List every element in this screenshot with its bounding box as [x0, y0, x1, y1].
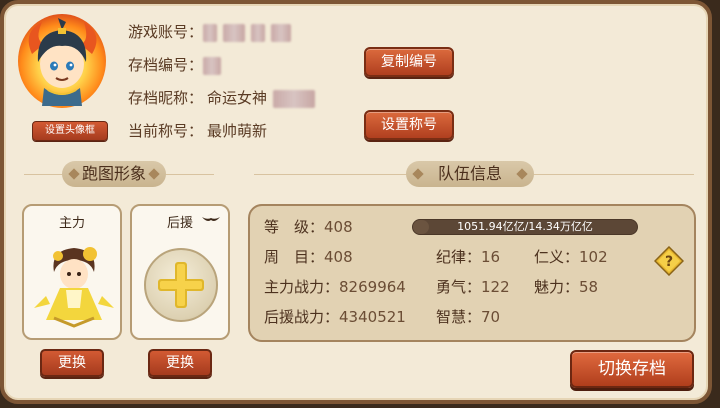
- level-label: 等 级：: [264, 218, 325, 236]
- charm-label: 魅力：: [534, 278, 580, 296]
- swap-main-button[interactable]: 更换: [40, 349, 104, 377]
- player-avatar[interactable]: [18, 14, 106, 108]
- team-info-section-title: 队伍信息: [406, 161, 534, 187]
- level-stat: 等 级：408: [264, 216, 353, 237]
- support-power-value: 4340521: [339, 308, 406, 326]
- wisdom-label: 智慧：: [436, 308, 482, 326]
- save-nickname-value: 命运女神: [207, 89, 268, 107]
- redacted-value: [223, 23, 246, 42]
- redacted-value: [271, 23, 292, 42]
- benevolence-value: 102: [579, 248, 608, 266]
- cycle-label: 周 目：: [264, 248, 325, 266]
- add-support-button[interactable]: [144, 248, 218, 322]
- account-row: 游戏账号：: [128, 21, 292, 42]
- charm-stat: 魅力：58: [534, 276, 598, 297]
- benevolence-label: 仁义：: [534, 248, 580, 266]
- switch-save-button[interactable]: 切换存档: [570, 350, 694, 388]
- redacted-value: [203, 23, 218, 42]
- main-slot-label: 主力: [58, 216, 85, 231]
- discipline-stat: 纪律：16: [436, 246, 500, 267]
- svg-text:?: ?: [665, 254, 673, 270]
- copy-id-button[interactable]: 复制编号: [364, 47, 454, 77]
- experience-text: 1051.94亿亿/14.34万亿亿: [457, 220, 593, 233]
- team-info-box: 等 级：408 1051.94亿亿/14.34万亿亿 周 目：408 纪律：16…: [248, 204, 696, 342]
- courage-label: 勇气：: [436, 278, 482, 296]
- experience-bar: 1051.94亿亿/14.34万亿亿: [412, 219, 638, 235]
- plus-icon: [158, 262, 204, 308]
- benevolence-stat: 仁义：102: [534, 246, 608, 267]
- support-character-slot[interactable]: 后援: [130, 204, 230, 340]
- set-title-button[interactable]: 设置称号: [364, 110, 454, 140]
- redacted-value: [203, 56, 222, 75]
- discipline-value: 16: [481, 248, 501, 266]
- avatar-portrait-icon: [28, 18, 97, 106]
- swap-support-button[interactable]: 更换: [148, 349, 212, 377]
- help-button[interactable]: ?: [653, 245, 685, 277]
- discipline-label: 纪律：: [436, 248, 482, 266]
- title-value: 最帅萌新: [207, 122, 268, 140]
- wing-icon: [202, 217, 220, 221]
- courage-value: 122: [481, 278, 510, 296]
- redacted-value: [273, 89, 316, 108]
- main-character-sprite-icon: [34, 247, 114, 328]
- main-power-value: 8269964: [339, 278, 406, 296]
- charm-value: 58: [579, 278, 599, 296]
- support-power-stat: 后援战力：4340521: [264, 306, 406, 327]
- save-nickname-label: 存档昵称：: [128, 89, 204, 107]
- set-avatar-frame-button[interactable]: 设置头像框: [32, 121, 108, 141]
- save-info-panel: 设置头像框 游戏账号： 存档编号： 存档昵称： 命运女神 当前称号： 最帅萌新 复制…: [0, 0, 712, 404]
- title-label: 当前称号：: [128, 122, 204, 140]
- wisdom-stat: 智慧：70: [436, 306, 500, 327]
- main-character-slot[interactable]: 主力: [22, 204, 122, 340]
- redacted-value: [251, 23, 266, 42]
- cycle-value: 408: [324, 248, 353, 266]
- save-id-label: 存档编号：: [128, 56, 204, 74]
- wisdom-value: 70: [481, 308, 501, 326]
- account-label: 游戏账号：: [128, 23, 204, 41]
- save-id-row: 存档编号：: [128, 54, 222, 75]
- courage-stat: 勇气：122: [436, 276, 510, 297]
- main-power-label: 主力战力：: [264, 278, 340, 296]
- question-mark-icon: ?: [653, 245, 685, 277]
- run-image-section-title: 跑图形象: [62, 161, 166, 187]
- level-value: 408: [324, 218, 353, 236]
- support-power-label: 后援战力：: [264, 308, 340, 326]
- main-power-stat: 主力战力：8269964: [264, 276, 406, 297]
- cycle-stat: 周 目：408: [264, 246, 353, 267]
- title-row: 当前称号： 最帅萌新: [128, 120, 267, 141]
- save-nickname-row: 存档昵称： 命运女神: [128, 87, 316, 108]
